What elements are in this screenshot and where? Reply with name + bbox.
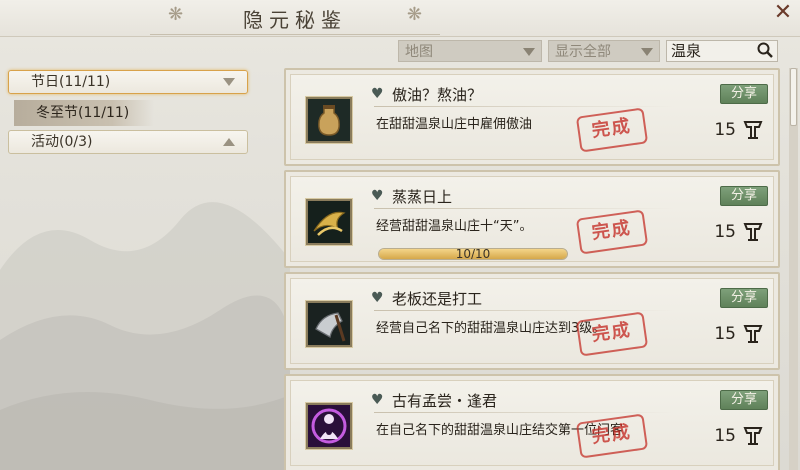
share-button[interactable]: 分享 (720, 186, 768, 206)
show-all-dropdown[interactable]: 显示全部 (548, 40, 660, 62)
favorite-heart-icon[interactable]: ♥ (371, 188, 384, 204)
map-dropdown[interactable]: 地图 (398, 40, 542, 62)
achievement-points-icon (743, 427, 763, 445)
divider (374, 412, 674, 413)
achievement-card: ♥ 傲油？熬油？ 在甜甜温泉山庄中雇佣傲油 完成 分享 15 (284, 68, 780, 166)
category-activity[interactable]: 活动(0/3) (8, 130, 248, 154)
purple-figure-icon (306, 403, 352, 449)
close-button[interactable]: ✕ (772, 2, 794, 24)
achievement-title: 蒸蒸日上 (392, 188, 453, 206)
cloud-ornament-icon: ❋ (406, 4, 422, 25)
divider (374, 310, 674, 311)
achievement-points: 15 (714, 324, 736, 344)
subcategory-label: 冬至节(11/11) (36, 105, 130, 121)
chevron-up-icon (223, 138, 235, 146)
window-title: 隐元秘鉴 (243, 8, 347, 32)
share-button[interactable]: 分享 (720, 288, 768, 308)
divider (374, 106, 674, 107)
show-all-label: 显示全部 (555, 44, 611, 60)
filter-bar: 地图 显示全部 温泉 (0, 36, 800, 64)
achievement-points: 15 (714, 120, 736, 140)
achievement-title: 古有孟尝・逢君 (392, 392, 498, 410)
axe-blade-icon (306, 301, 352, 347)
list-scrollbar[interactable] (789, 68, 798, 470)
window-header: ❋ 隐元秘鉴 ❋ ✕ (0, 0, 800, 37)
title-plaque: ❋ 隐元秘鉴 ❋ (150, 0, 440, 35)
close-icon: ✕ (773, 0, 793, 25)
achievement-points-icon (743, 121, 763, 139)
category-festival[interactable]: 节日(11/11) (8, 70, 248, 94)
category-label: 节日(11/11) (31, 74, 111, 90)
achievement-card: ♥ 老板还是打工 经营自己名下的甜甜温泉山庄达到3级。 完成 分享 15 (284, 272, 780, 370)
search-value: 温泉 (671, 42, 702, 60)
chevron-down-icon (523, 48, 535, 56)
ink-landscape-background (0, 202, 290, 470)
golden-scroll-icon (306, 199, 352, 245)
favorite-heart-icon[interactable]: ♥ (371, 86, 384, 102)
search-input[interactable]: 温泉 (666, 40, 778, 62)
scrollbar-thumb[interactable] (790, 68, 797, 126)
map-dropdown-label: 地图 (405, 44, 433, 60)
achievement-title: 老板还是打工 (392, 290, 483, 308)
oil-bottle-icon (306, 97, 352, 143)
favorite-heart-icon[interactable]: ♥ (371, 392, 384, 408)
achievement-points-icon (743, 325, 763, 343)
share-button[interactable]: 分享 (720, 390, 768, 410)
progress-text: 10/10 (455, 248, 491, 260)
achievement-points: 15 (714, 222, 736, 242)
favorite-heart-icon[interactable]: ♥ (371, 290, 384, 306)
achievement-title: 傲油？熬油？ (392, 86, 483, 104)
subcategory-winter-solstice[interactable]: 冬至节(11/11) (14, 100, 154, 126)
achievement-list: ♥ 傲油？熬油？ 在甜甜温泉山庄中雇佣傲油 完成 分享 15 ♥ 蒸蒸日上 经营… (284, 68, 780, 470)
achievement-points: 15 (714, 426, 736, 446)
progress-bar: 10/10 (378, 248, 568, 260)
achievement-points-icon (743, 223, 763, 241)
chevron-down-icon (223, 78, 235, 86)
chevron-down-icon (641, 48, 653, 56)
achievement-card: ♥ 蒸蒸日上 经营甜甜温泉山庄十“天”。 10/10 完成 分享 15 (284, 170, 780, 268)
achievement-card: ♥ 古有孟尝・逢君 在自己名下的甜甜温泉山庄结交第一位门客 完成 分享 15 (284, 374, 780, 470)
share-button[interactable]: 分享 (720, 84, 768, 104)
search-icon[interactable] (757, 42, 773, 58)
category-label: 活动(0/3) (31, 134, 93, 150)
divider (374, 208, 674, 209)
